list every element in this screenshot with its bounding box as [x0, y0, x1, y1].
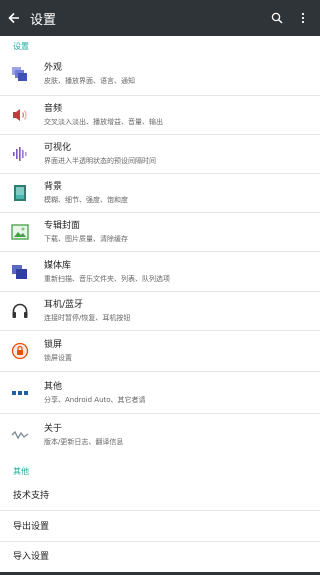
settings-item-about[interactable]: 关于版本/更新日志、翻译信息: [0, 414, 320, 456]
section-header-other: 其他: [13, 467, 29, 476]
import-settings-item[interactable]: 导入设置: [0, 541, 320, 571]
settings-item-headphones-bluetooth[interactable]: 耳机/蓝牙连接时暂停/恢复、耳机按钮: [0, 292, 320, 330]
item-subtitle: 重新扫描、音乐文件夹、列表、队列选项: [44, 274, 170, 283]
item-subtitle: 界面进入半透明状态的预设间隔时间: [44, 157, 156, 165]
background-icon: [10, 183, 30, 203]
item-subtitle: 皮肤、播放界面、语言、通知: [44, 77, 135, 85]
item-title: 背景: [44, 182, 63, 192]
item-title: 关于: [44, 424, 63, 434]
settings-item-appearance[interactable]: 外观皮肤、播放界面、语言、通知: [0, 54, 320, 94]
appearance-icon: [10, 64, 30, 84]
search-icon: [271, 12, 283, 24]
section-header-settings: 设置: [13, 42, 29, 51]
item-title: 导入设置: [13, 552, 50, 562]
item-title: 外观: [44, 63, 63, 73]
tech-support-item[interactable]: 技术支持: [0, 480, 320, 510]
item-subtitle: 交叉淡入淡出、播放增益、音量、输出: [44, 118, 163, 126]
item-title: 音频: [44, 104, 63, 114]
item-subtitle: 下载、图片质量、清除缓存: [44, 235, 128, 243]
overflow-menu-button[interactable]: [290, 0, 316, 36]
audio-icon: [10, 105, 30, 125]
settings-item-other[interactable]: 其他分享、Android Auto、其它者请: [0, 372, 320, 413]
item-title: 专辑封面: [44, 221, 81, 231]
item-title: 媒体库: [44, 260, 72, 271]
media-library-icon: [10, 262, 30, 282]
visualization-icon: [10, 144, 30, 164]
export-settings-item[interactable]: 导出设置: [0, 511, 320, 541]
item-title: 其他: [44, 381, 63, 392]
settings-item-visualization[interactable]: 可视化界面进入半透明状态的预设间隔时间: [0, 135, 320, 173]
settings-item-album-cover[interactable]: 专辑封面下载、图片质量、清除缓存: [0, 213, 320, 251]
lock-screen-icon: [10, 341, 30, 361]
app-bar: 设置: [0, 0, 320, 36]
settings-item-audio[interactable]: 音频交叉淡入淡出、播放增益、音量、输出: [0, 96, 320, 134]
item-subtitle: 版本/更新日志、翻译信息: [44, 438, 124, 446]
item-title: 导出设置: [13, 522, 50, 532]
item-subtitle: 连接时暂停/恢复、耳机按钮: [44, 314, 131, 322]
item-title: 技术支持: [13, 491, 50, 501]
item-title: 可视化: [44, 143, 72, 153]
search-button[interactable]: [264, 0, 290, 36]
settings-item-background[interactable]: 背景模糊、细节、强度、饱和度: [0, 174, 320, 212]
settings-item-media-library[interactable]: 媒体库重新扫描、音乐文件夹、列表、队列选项: [0, 252, 320, 291]
item-subtitle: 锁屏设置: [44, 354, 72, 362]
item-title: 锁屏: [44, 340, 63, 350]
page-title: 设置: [30, 12, 57, 28]
back-button[interactable]: [0, 0, 28, 36]
item-subtitle: 分享、Android Auto、其它者请: [44, 395, 146, 404]
item-subtitle: 模糊、细节、强度、饱和度: [44, 196, 128, 204]
more-vert-icon: [301, 12, 305, 24]
more-icon: [10, 383, 30, 403]
about-icon: [10, 425, 30, 445]
item-title: 耳机/蓝牙: [44, 300, 84, 310]
arrow-left-icon: [8, 12, 19, 24]
album-cover-icon: [10, 222, 30, 242]
settings-item-lock-screen[interactable]: 锁屏 锁屏设置: [0, 331, 320, 371]
headphones-icon: [10, 301, 30, 321]
